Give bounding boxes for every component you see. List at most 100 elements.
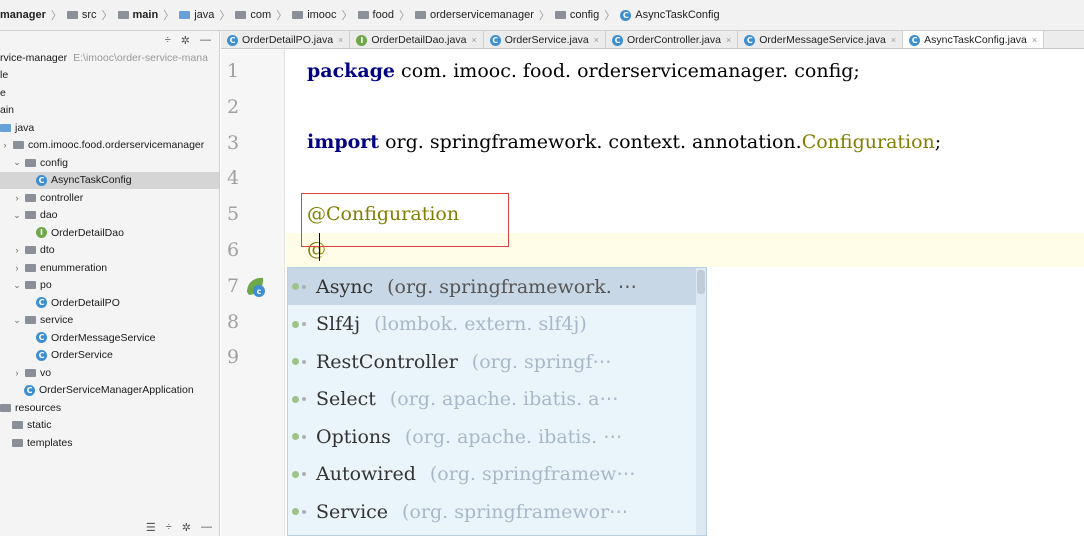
tree-item[interactable]: ⌄ service (0, 312, 73, 329)
chevron-right-icon[interactable]: › (12, 263, 22, 273)
tree-item[interactable]: C OrderServiceManagerApplication (0, 382, 194, 399)
editor-tab[interactable]: C AsyncTaskConfig.java × (903, 31, 1045, 48)
breadcrumb-item[interactable]: orderservicemanager (414, 9, 534, 21)
breadcrumb-separator: 〉 (50, 10, 62, 22)
close-icon[interactable]: × (338, 35, 343, 45)
tree-item[interactable]: › dto (0, 242, 55, 259)
editor-tab[interactable]: C OrderController.java × (606, 31, 739, 48)
chevron-down-icon[interactable]: ⌄ (12, 210, 22, 221)
editor-tab[interactable]: C OrderMessageService.java × (738, 31, 904, 48)
breadcrumb-label: main (132, 9, 159, 21)
suggestion-package: (lombok. extern. slf4j) (374, 313, 587, 335)
suggestion-item[interactable]: Slf4j (lombok. extern. slf4j) (288, 306, 696, 343)
folder-icon (554, 11, 566, 19)
breadcrumb-label: src (81, 9, 97, 21)
spring-bean-icon[interactable]: c (243, 274, 269, 300)
hide-panel-icon[interactable]: — (201, 521, 212, 533)
suggestion-name: Async (316, 275, 374, 298)
keyword: package (307, 60, 396, 82)
tree-item[interactable]: java (0, 119, 34, 136)
collapse-icon[interactable]: ÷ (166, 521, 172, 533)
tree-item[interactable]: ain (0, 102, 14, 119)
breadcrumb-item[interactable]: manager (0, 9, 46, 21)
chevron-right-icon[interactable]: › (12, 368, 22, 378)
breadcrumb-item[interactable]: com (235, 9, 271, 21)
gear-icon[interactable]: ✲ (181, 34, 190, 47)
hide-panel-icon[interactable]: — (200, 34, 211, 46)
chevron-right-icon[interactable]: › (12, 193, 22, 203)
suggestion-item[interactable]: Autowired (org. springframew⋯ (288, 456, 696, 493)
annotation-text: Configuration (801, 131, 935, 153)
tree-item[interactable]: e (0, 84, 6, 101)
breadcrumb-label: imooc (307, 9, 337, 21)
suggestion-item[interactable]: Select (org. apache. ibatis. a⋯ (288, 381, 696, 418)
close-icon[interactable]: × (471, 35, 476, 45)
tab-label: OrderService.java (504, 34, 589, 46)
suggestion-item[interactable]: Options (org. apache. ibatis. ⋯ (288, 418, 696, 455)
tree-item[interactable]: › vo (0, 364, 52, 381)
chevron-down-icon[interactable]: ⌄ (12, 315, 22, 326)
breadcrumb-item[interactable]: java (179, 9, 214, 21)
suggestion-item[interactable]: Service (org. springframewor⋯ (288, 493, 696, 530)
tree-item[interactable]: ⌄ config (0, 154, 68, 171)
tree-item[interactable]: resources (0, 399, 61, 416)
breadcrumb-item[interactable]: src (66, 9, 97, 21)
editor-tab[interactable]: C OrderDetailPO.java × (221, 31, 351, 48)
tree-item[interactable]: le (0, 67, 8, 84)
tree-item[interactable]: I OrderDetailDao (0, 224, 124, 241)
tree-item[interactable]: templates (0, 434, 73, 451)
chevron-down-icon[interactable]: ⌄ (12, 280, 22, 291)
suggestion-item[interactable]: Async (org. springframework. ⋯ (288, 268, 696, 305)
align-icon[interactable]: ☰ (146, 521, 156, 534)
visibility-icon (302, 359, 306, 364)
close-icon[interactable]: × (726, 35, 731, 45)
folder-icon (25, 263, 36, 272)
tree-item[interactable]: › controller (0, 189, 84, 206)
tree-item-label: service (40, 314, 74, 326)
tree-item[interactable]: C OrderService (0, 347, 113, 364)
breadcrumb-item[interactable]: config (554, 9, 599, 21)
breadcrumb-item[interactable]: imooc (292, 9, 337, 21)
chevron-right-icon[interactable]: › (0, 140, 10, 150)
close-icon[interactable]: × (594, 35, 599, 45)
project-panel: ÷ ✲ — rvice-manager E:\imooc\order-servic… (0, 31, 220, 536)
class-icon: C (36, 332, 47, 343)
tree-item[interactable]: static (0, 417, 52, 434)
editor-tabs: C OrderDetailPO.java × I OrderDetailDao.java… (221, 31, 1084, 49)
close-icon[interactable]: × (1032, 35, 1037, 45)
breadcrumb-item[interactable]: main (117, 9, 159, 21)
class-icon: C (489, 34, 501, 46)
editor-tab[interactable]: I OrderDetailDao.java × (350, 31, 484, 48)
collapse-all-icon[interactable]: ÷ (165, 34, 171, 46)
scrollbar-thumb[interactable] (697, 270, 705, 294)
source-folder-icon (0, 123, 11, 132)
chevron-right-icon[interactable]: › (12, 245, 22, 255)
gear-icon[interactable]: ✲ (182, 521, 191, 534)
tree-item[interactable]: ⌄ dao (0, 207, 58, 224)
folder-icon (25, 211, 36, 219)
tree-item[interactable]: C AsyncTaskConfig (0, 171, 219, 189)
completion-scrollbar[interactable] (696, 268, 706, 535)
close-icon[interactable]: × (891, 35, 896, 45)
breadcrumb-item[interactable]: C AsyncTaskConfig (620, 9, 720, 21)
tree-item[interactable]: C OrderDetailPO (0, 294, 120, 311)
tree-item-label: OrderDetailPO (51, 296, 120, 309)
chevron-down-icon[interactable]: ⌄ (12, 157, 22, 168)
folder-icon (292, 11, 304, 19)
class-icon: C (24, 384, 35, 396)
tree-item-label: resources (15, 401, 62, 414)
tree-item[interactable]: › enummeration (0, 259, 108, 276)
tree-item-label: dao (40, 209, 58, 221)
tab-label: AsyncTaskConfig.java (924, 34, 1027, 46)
interface-icon: I (356, 34, 368, 46)
tree-item[interactable]: C OrderMessageService (0, 329, 155, 346)
editor-tab[interactable]: C OrderService.java × (484, 31, 607, 48)
tree-item[interactable]: rvice-manager E:\imooc\order-service-mana (0, 49, 208, 66)
suggestion-item[interactable]: RestController (org. springf⋯ (288, 343, 696, 380)
breadcrumb-item[interactable]: food (357, 9, 394, 21)
tree-item[interactable]: › com.imooc.food.orderservicemanager (0, 137, 205, 154)
tab-label: OrderDetailDao.java (371, 34, 467, 46)
tree-item[interactable]: ⌄ po (0, 277, 51, 294)
visibility-icon (302, 509, 306, 514)
line-number: 3 (227, 131, 240, 154)
